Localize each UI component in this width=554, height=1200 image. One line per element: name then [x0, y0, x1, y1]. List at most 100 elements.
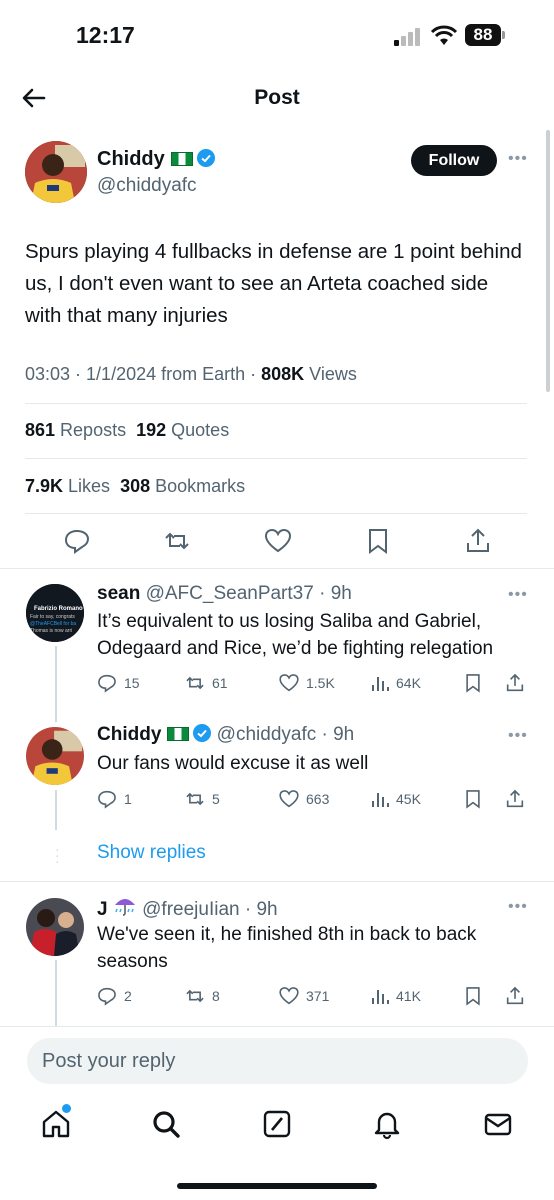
show-replies-link[interactable]: Show replies — [97, 842, 206, 864]
search-icon[interactable] — [150, 1108, 182, 1140]
share-button[interactable] — [504, 787, 526, 811]
bookmark-button[interactable] — [462, 984, 484, 1008]
like-icon[interactable] — [263, 526, 293, 556]
reply-input[interactable]: Post your reply — [27, 1038, 528, 1084]
reply-text: It’s equivalent to us losing Saliba and … — [97, 611, 494, 659]
repost-button[interactable]: 61 — [184, 671, 228, 695]
repost-icon — [186, 792, 204, 806]
share-icon — [506, 789, 524, 808]
wifi-icon — [430, 25, 458, 45]
quotes-count: 192 — [136, 420, 167, 440]
divider — [25, 403, 527, 404]
reply-time: · 9h — [313, 583, 352, 604]
separator — [0, 568, 554, 569]
scrollbar[interactable] — [546, 130, 550, 392]
separator — [0, 1026, 554, 1027]
share-button[interactable] — [504, 984, 526, 1008]
more-options-icon[interactable]: ••• — [508, 727, 528, 745]
views-icon — [372, 793, 389, 807]
reply-author[interactable]: sean @AFC_SeanPart37 · 9h — [97, 583, 352, 605]
reply-button[interactable]: 1 — [96, 787, 132, 811]
reply-icon[interactable] — [62, 526, 92, 556]
author-name[interactable]: Chiddy — [97, 148, 215, 171]
reply-handle: @AFC_SeanPart37 — [145, 583, 314, 604]
reply-handle: @freejuIian — [142, 899, 240, 920]
reposts-quotes-row[interactable]: 861 Reposts 192 Quotes — [25, 420, 229, 441]
grok-icon[interactable] — [261, 1108, 293, 1140]
status-bar: 12:17 88 — [0, 0, 554, 70]
bookmark-icon — [466, 790, 480, 809]
reply-author[interactable]: Chiddy @chiddyafc · 9h — [97, 724, 354, 746]
like-icon — [279, 790, 299, 808]
reply-time: · 9h — [239, 899, 278, 920]
tweet-meta: 03:03 · 1/1/2024 from Earth · 808K Views — [25, 364, 357, 385]
avatar-text-1: Fabrizio Romano — [34, 606, 83, 612]
bookmark-icon[interactable] — [363, 526, 393, 556]
reposts-count: 861 — [25, 420, 56, 440]
share-button[interactable] — [504, 671, 526, 695]
cellular-signal-icon — [394, 28, 420, 46]
quotes-label: Quotes — [166, 420, 230, 440]
bookmark-button[interactable] — [462, 787, 484, 811]
follow-button[interactable]: Follow — [411, 145, 497, 176]
thread-dots: · · · — [55, 841, 60, 869]
avatar[interactable]: Fabrizio Romano Fair to say, congrats @T… — [26, 584, 84, 642]
verified-icon — [196, 149, 215, 167]
reply-time: · 9h — [316, 724, 355, 745]
share-icon[interactable] — [463, 526, 493, 556]
reply-button[interactable]: 2 — [96, 984, 132, 1008]
home-indicator — [177, 1183, 377, 1189]
page-title: Post — [254, 86, 300, 109]
share-icon — [506, 986, 524, 1005]
more-options-icon[interactable]: ••• — [508, 586, 528, 604]
reply-action-bar: 15 61 1.5K 64K — [96, 671, 536, 695]
reply-button[interactable]: 15 — [96, 671, 140, 695]
more-options-icon[interactable]: ••• — [508, 150, 528, 168]
tweet-text: Spurs playing 4 fullbacks in defense are… — [25, 240, 522, 327]
views-button[interactable]: 41K — [370, 984, 421, 1008]
nigeria-flag-icon — [170, 152, 193, 166]
tweet-timestamp: 03:03 · 1/1/2024 from Earth · — [25, 364, 262, 384]
views-icon — [372, 990, 389, 1004]
bookmark-button[interactable] — [462, 671, 484, 695]
reply-action-bar: 1 5 663 45K — [96, 787, 536, 811]
thread-line — [55, 960, 57, 1026]
bookmark-icon — [466, 987, 480, 1006]
avatar-text-4: Thomas is now arri — [30, 628, 72, 634]
bookmarks-label: Bookmarks — [150, 476, 246, 496]
verified-icon — [193, 724, 212, 742]
reposts-label: Reposts — [55, 420, 127, 440]
likes-bookmarks-row[interactable]: 7.9K Likes 308 Bookmarks — [25, 476, 245, 497]
avatar-text-2: Fair to say, congrats — [30, 614, 75, 620]
views-button[interactable]: 45K — [370, 787, 421, 811]
thread-line — [55, 790, 57, 830]
more-options-icon[interactable]: ••• — [508, 898, 528, 916]
repost-button[interactable]: 8 — [184, 984, 220, 1008]
separator — [0, 881, 554, 882]
like-button[interactable]: 1.5K — [278, 671, 335, 695]
avatar[interactable] — [26, 727, 84, 785]
views-count: 808K — [261, 364, 305, 384]
bookmark-icon — [466, 674, 480, 693]
views-button[interactable]: 64K — [370, 671, 421, 695]
repost-icon — [186, 989, 204, 1003]
repost-icon — [186, 676, 204, 690]
reply-text: We've seen it, he finished 8th in back t… — [97, 924, 477, 972]
avatar[interactable] — [25, 141, 87, 203]
reply-icon — [98, 790, 116, 809]
status-time: 12:17 — [76, 22, 135, 48]
reply-action-bar: 2 8 371 41K — [96, 984, 536, 1008]
likes-count: 7.9K — [25, 476, 64, 496]
avatar[interactable] — [26, 898, 84, 956]
notifications-icon[interactable] — [371, 1108, 403, 1140]
author-handle[interactable]: @chiddyafc — [97, 175, 197, 197]
like-button[interactable]: 663 — [278, 787, 329, 811]
like-icon — [279, 674, 299, 692]
messages-icon[interactable] — [482, 1108, 514, 1140]
repost-icon[interactable] — [162, 526, 192, 556]
repost-button[interactable]: 5 — [184, 787, 220, 811]
reply-author[interactable]: J @freejuIian · 9h — [97, 895, 278, 921]
like-button[interactable]: 371 — [278, 984, 329, 1008]
reply-icon — [98, 674, 116, 693]
divider — [25, 458, 527, 459]
